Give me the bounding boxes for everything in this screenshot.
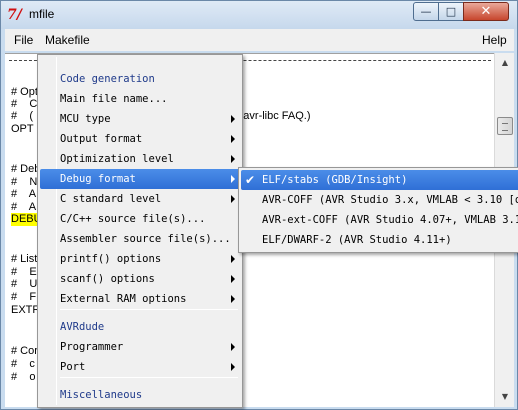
menu-help[interactable]: Help bbox=[482, 33, 507, 47]
menu-item-mcu-type[interactable]: MCU type bbox=[40, 109, 240, 129]
editor-line: # A bbox=[11, 188, 37, 200]
menu-item-label: C/C++ source file(s)... bbox=[60, 213, 206, 225]
menu-item-label: MCU type bbox=[60, 113, 111, 125]
submenu-arrow-icon bbox=[231, 275, 235, 283]
menu-item-scanf-options[interactable]: scanf() options bbox=[40, 269, 240, 289]
editor-line: # Cor bbox=[11, 345, 38, 357]
menu-item-printf-options[interactable]: printf() options bbox=[40, 249, 240, 269]
menu-item-label: Output format bbox=[60, 133, 143, 145]
menu-item-label: Miscellaneous bbox=[60, 389, 143, 401]
submenu-arrow-icon bbox=[231, 295, 235, 303]
menu-item-label: Programmer bbox=[60, 341, 124, 353]
menu-item-label: printf() options bbox=[60, 253, 162, 265]
menu-item-label: AVRdude bbox=[60, 321, 105, 333]
maximize-icon: □ bbox=[445, 5, 457, 18]
title-bar[interactable]: 7/ mfile — □ ✕ bbox=[1, 1, 517, 29]
minimize-icon: — bbox=[420, 5, 432, 18]
close-icon: ✕ bbox=[480, 4, 492, 19]
minimize-button[interactable]: — bbox=[413, 2, 439, 21]
scroll-down-icon[interactable]: ▼ bbox=[497, 389, 513, 405]
menu-item-label: scanf() options bbox=[60, 273, 155, 285]
menu-item-c-c-source-file-s[interactable]: C/C++ source file(s)... bbox=[40, 209, 240, 229]
menu-item-label: Optimization level bbox=[60, 153, 174, 165]
editor-line: EXTR bbox=[11, 304, 41, 316]
menu-item-label: Port bbox=[60, 361, 86, 373]
menu-item-port[interactable]: Port bbox=[40, 357, 240, 377]
debug-option-avr-ext-coff-avr-studio-4-07-vmlab-3-10[interactable]: AVR-ext-COFF (AVR Studio 4.07+, VMLAB 3.… bbox=[241, 210, 518, 230]
menu-item-label: External RAM options bbox=[60, 293, 187, 305]
submenu-arrow-icon bbox=[231, 135, 235, 143]
submenu-arrow-icon bbox=[231, 255, 235, 263]
window-title: mfile bbox=[29, 7, 55, 21]
editor-line: # Deb bbox=[11, 163, 41, 175]
menu-item-external-ram-options[interactable]: External RAM options bbox=[40, 289, 240, 309]
menu-item-label: Code generation bbox=[60, 73, 155, 85]
menu-bar: File Makefile Help bbox=[5, 29, 514, 51]
menu-item-output-format[interactable]: Output format bbox=[40, 129, 240, 149]
editor-line: # o bbox=[11, 371, 36, 383]
app-logo-icon: 7/ bbox=[7, 7, 22, 23]
menu-item-label: Debug format bbox=[60, 173, 136, 185]
editor-line: # U bbox=[11, 278, 38, 290]
debug-option-avr-coff-avr-studio-3-x-vmlab-3-10-obs[interactable]: AVR-COFF (AVR Studio 3.x, VMLAB < 3.10 [… bbox=[241, 190, 518, 210]
submenu-arrow-icon bbox=[231, 363, 235, 371]
menu-item-label: Main file name... bbox=[60, 93, 168, 105]
debug-option-elf-dwarf-2-avr-studio-4-11[interactable]: ELF/DWARF-2 (AVR Studio 4.11+) bbox=[241, 230, 518, 250]
menu-heading-miscellaneous: Miscellaneous bbox=[40, 385, 240, 405]
menu-item-label: C standard level bbox=[60, 193, 162, 205]
makefile-dropdown-menu: Code generation Main file name... MCU type… bbox=[37, 54, 243, 408]
menu-item-debug-format[interactable]: Debug format bbox=[40, 169, 240, 189]
menu-item-programmer[interactable]: Programmer bbox=[40, 337, 240, 357]
menu-item-optimization-level[interactable]: Optimization level bbox=[40, 149, 240, 169]
debug-option-elf-stabs-gdb-insight[interactable]: ✔ ELF/stabs (GDB/Insight) bbox=[241, 170, 518, 190]
menu-makefile[interactable]: Makefile bbox=[45, 33, 90, 47]
menu-separator bbox=[60, 377, 238, 378]
close-button[interactable]: ✕ bbox=[463, 2, 509, 21]
checkmark-icon: ✔ bbox=[245, 173, 256, 187]
menu-item-c-standard-level[interactable]: C standard level bbox=[40, 189, 240, 209]
scroll-up-icon[interactable]: ▲ bbox=[497, 55, 513, 71]
submenu-arrow-icon bbox=[231, 343, 235, 351]
menu-separator bbox=[60, 309, 238, 310]
submenu-arrow-icon bbox=[231, 175, 235, 183]
debug-option-label: AVR-COFF (AVR Studio 3.x, VMLAB < 3.10 [… bbox=[262, 194, 518, 206]
debug-option-label: ELF/stabs (GDB/Insight) bbox=[262, 174, 408, 186]
debug-format-submenu: ✔ ELF/stabs (GDB/Insight) AVR-COFF (AVR St… bbox=[238, 167, 518, 253]
maximize-button[interactable]: □ bbox=[438, 2, 464, 21]
submenu-arrow-icon bbox=[231, 115, 235, 123]
menu-file[interactable]: File bbox=[14, 33, 33, 47]
submenu-arrow-icon bbox=[231, 155, 235, 163]
menu-item-label: Assembler source file(s)... bbox=[60, 233, 231, 245]
menu-item-assembler-source-file-s[interactable]: Assembler source file(s)... bbox=[40, 229, 240, 249]
submenu-arrow-icon bbox=[231, 195, 235, 203]
scroll-thumb[interactable] bbox=[497, 117, 513, 135]
debug-option-label: AVR-ext-COFF (AVR Studio 4.07+, VMLAB 3.… bbox=[262, 214, 518, 226]
editor-line: # c bbox=[11, 358, 35, 370]
menu-heading-code-generation: Code generation bbox=[40, 69, 240, 89]
debug-option-label: ELF/DWARF-2 (AVR Studio 4.11+) bbox=[262, 234, 452, 246]
menu-item-main-file-name[interactable]: Main file name... bbox=[40, 89, 240, 109]
menu-heading-avrdude: AVRdude bbox=[40, 317, 240, 337]
